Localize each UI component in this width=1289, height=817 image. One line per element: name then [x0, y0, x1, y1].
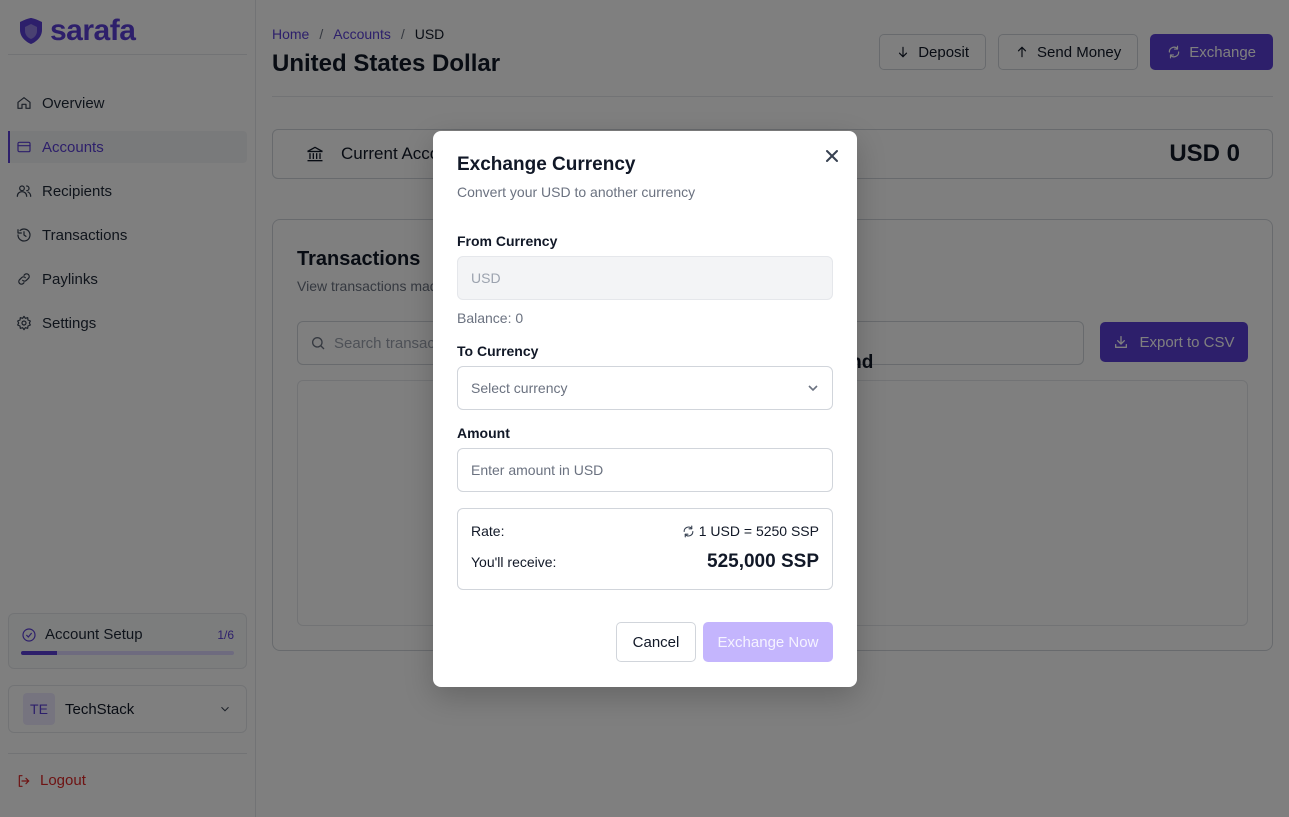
balance-text: Balance: 0 [457, 310, 524, 326]
exchange-currency-dialog: Exchange Currency Convert your USD to an… [433, 131, 857, 687]
amount-field[interactable] [457, 448, 833, 492]
from-currency-value: USD [471, 270, 501, 286]
from-currency-label: From Currency [457, 233, 558, 249]
dialog-subtitle: Convert your USD to another currency [457, 184, 696, 200]
rate-label: Rate: [471, 523, 505, 539]
to-currency-placeholder: Select currency [471, 380, 568, 396]
from-currency-field: USD [457, 256, 833, 300]
refresh-icon [683, 525, 694, 537]
to-currency-label: To Currency [457, 343, 539, 359]
receive-label: You'll receive: [471, 554, 557, 570]
exchange-now-button[interactable]: Exchange Now [703, 622, 833, 662]
cancel-button[interactable]: Cancel [616, 622, 696, 662]
amount-label: Amount [457, 425, 510, 441]
rate-value: 1 USD = 5250 SSP [698, 523, 819, 539]
receive-amount: 525,000 SSP [707, 551, 819, 572]
rate-summary: Rate: 1 USD = 5250 SSP You'll receive: 5… [457, 508, 833, 590]
chevron-down-icon [808, 385, 818, 392]
close-icon[interactable] [825, 149, 839, 163]
amount-input[interactable] [471, 462, 819, 478]
dialog-title: Exchange Currency [457, 154, 636, 175]
to-currency-select[interactable]: Select currency [457, 366, 833, 410]
